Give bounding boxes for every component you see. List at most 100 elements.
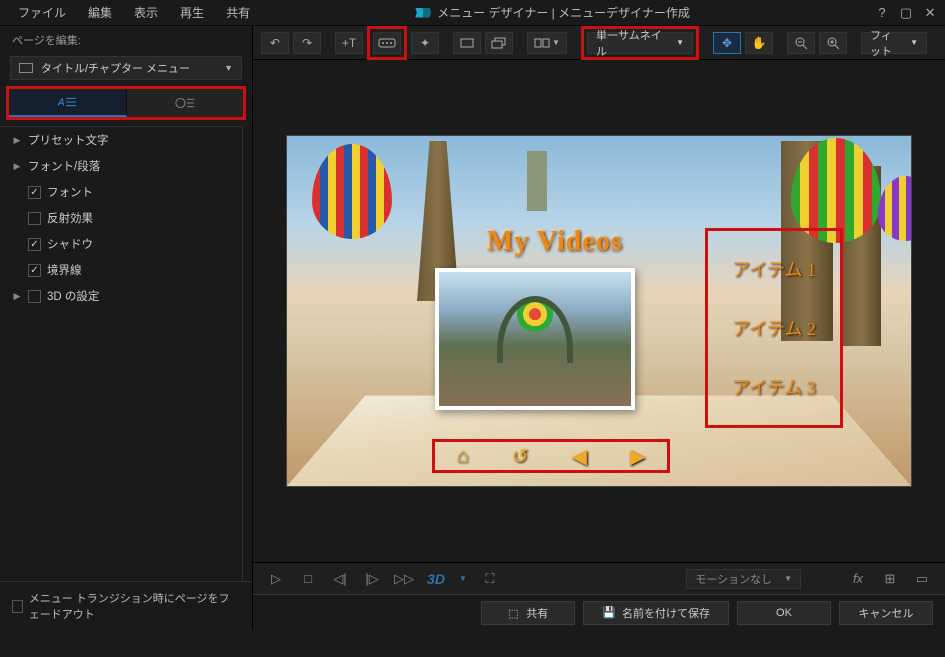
border-checkbox[interactable] xyxy=(28,264,41,277)
page-select-label: タイトル/チャプター メニュー xyxy=(41,60,224,76)
chevron-down-icon: ▼ xyxy=(910,38,918,47)
shadow-checkbox[interactable] xyxy=(28,238,41,251)
work-area: ↶ ↷ +T ✦ ▼ 単一サムネイル ▼ ✥ ✋ xyxy=(253,26,945,630)
menu-title-text[interactable]: My Videos xyxy=(487,226,623,258)
zoom-out-button[interactable] xyxy=(787,32,815,54)
next-frame-button[interactable]: |▷ xyxy=(363,570,381,588)
add-button-button[interactable] xyxy=(373,32,401,54)
close-button[interactable]: ✕ xyxy=(923,5,937,21)
menu-edit[interactable]: 編集 xyxy=(78,1,122,24)
sidebar-tabs: A xyxy=(6,86,246,120)
thumbnail-mode-dropdown[interactable]: 単一サムネイル ▼ xyxy=(587,32,693,54)
play-button[interactable]: ▷ xyxy=(267,570,285,588)
panel-shadow[interactable]: シャドウ xyxy=(8,231,234,257)
share-icon: ⬚ xyxy=(508,607,520,619)
redo-button[interactable]: ↷ xyxy=(293,32,321,54)
chapter-item-1[interactable]: アイテム 1 xyxy=(712,256,836,282)
cancel-button[interactable]: キャンセル xyxy=(839,601,933,625)
menu-play[interactable]: 再生 xyxy=(170,1,214,24)
highlight-thumbnail-dropdown: 単一サムネイル ▼ xyxy=(581,26,699,60)
panel-border[interactable]: 境界線 xyxy=(8,257,234,283)
chevron-down-icon: ▼ xyxy=(784,574,792,583)
balloon-graphic xyxy=(878,176,912,241)
add-image-button[interactable]: ✦ xyxy=(411,32,439,54)
prev-frame-button[interactable]: ◁| xyxy=(331,570,349,588)
font-checkbox[interactable] xyxy=(28,186,41,199)
svg-text:A: A xyxy=(57,98,65,109)
window-title-area: メニュー デザイナー | メニューデザイナー作成 xyxy=(415,4,690,21)
window-title: メニュー デザイナー | メニューデザイナー作成 xyxy=(437,4,690,21)
fade-transition-checkbox[interactable] xyxy=(12,600,23,613)
chevron-down-icon: ▼ xyxy=(224,63,233,73)
tab-object-properties[interactable] xyxy=(127,89,244,117)
zoom-in-button[interactable] xyxy=(819,32,847,54)
chevron-down-icon: ▼ xyxy=(676,38,684,47)
grid-button[interactable]: ⊞ xyxy=(881,570,899,588)
menu-file[interactable]: ファイル xyxy=(8,1,76,24)
panel-reflection[interactable]: 反射効果 xyxy=(8,205,234,231)
move-tool-button[interactable]: ✥ xyxy=(713,32,741,54)
maximize-button[interactable]: ▢ xyxy=(899,5,913,21)
sidebar-scrollbar[interactable] xyxy=(242,126,252,581)
panel-font-paragraph[interactable]: ▶フォント/段落 xyxy=(8,153,234,179)
page-icon xyxy=(19,63,33,73)
statue-graphic xyxy=(527,151,547,211)
property-panel-list: ▶プリセット文字 ▶フォント/段落 フォント 反射効果 シャドウ 境界線 ▶3D… xyxy=(0,126,242,581)
undo-button[interactable]: ↶ xyxy=(261,32,289,54)
panel-3d-settings[interactable]: ▶3D の設定 xyxy=(8,283,234,309)
highlight-chapter-items: アイテム 1 アイテム 2 アイテム 3 xyxy=(705,228,843,428)
menu-view[interactable]: 表示 xyxy=(124,1,168,24)
disclosure-icon: ▶ xyxy=(12,135,22,146)
save-icon: 💾 xyxy=(602,606,616,619)
safe-zone-button[interactable]: ▭ xyxy=(913,570,931,588)
canvas-toolbar: ↶ ↷ +T ✦ ▼ 単一サムネイル ▼ ✥ ✋ xyxy=(253,26,945,60)
ok-button[interactable]: OK xyxy=(737,601,831,625)
save-as-button[interactable]: 💾 名前を付けて保存 xyxy=(583,601,729,625)
canvas-viewport[interactable]: My Videos アイテム 1 アイテム 2 アイテム 3 ⌂ ↺ ◀ ▶ xyxy=(253,60,945,562)
nav-next-button[interactable]: ▶ xyxy=(630,444,645,469)
layer-tool-button[interactable] xyxy=(485,32,513,54)
stop-button[interactable]: □ xyxy=(299,570,317,588)
highlight-add-button xyxy=(367,26,407,60)
nav-up-button[interactable]: ↺ xyxy=(512,444,529,469)
motion-dropdown[interactable]: モーションなし ▼ xyxy=(686,569,801,589)
add-text-button[interactable]: +T xyxy=(335,32,363,54)
app-logo-icon xyxy=(415,8,431,18)
footer-bar: ⬚ 共有 💾 名前を付けて保存 OK キャンセル xyxy=(253,594,945,630)
chapter-item-3[interactable]: アイテム 3 xyxy=(712,374,836,400)
page-select-dropdown[interactable]: タイトル/チャプター メニュー ▼ xyxy=(10,56,242,80)
disclosure-icon: ▶ xyxy=(12,161,22,172)
sidebar: ページを編集: タイトル/チャプター メニュー ▼ A ▶プリセット文字 ▶フォ… xyxy=(0,26,253,630)
disclosure-icon: ▶ xyxy=(12,291,22,302)
3d-toggle-button[interactable]: 3D xyxy=(427,570,445,588)
title-bar: ファイル 編集 表示 再生 共有 メニュー デザイナー | メニューデザイナー作… xyxy=(0,0,945,26)
panel-font[interactable]: フォント xyxy=(8,179,234,205)
pan-tool-button[interactable]: ✋ xyxy=(745,32,773,54)
text-tab-icon: A xyxy=(56,95,78,109)
fx-button[interactable]: fx xyxy=(849,570,867,588)
menu-share[interactable]: 共有 xyxy=(216,1,260,24)
tab-text-properties[interactable]: A xyxy=(9,89,127,117)
chapter-item-2[interactable]: アイテム 2 xyxy=(712,315,836,341)
playback-bar: ▷ □ ◁| |▷ ▷▷ 3D ▼ ⛶ モーションなし ▼ fx ⊞ ▭ xyxy=(253,562,945,594)
help-button[interactable]: ? xyxy=(875,5,889,21)
nav-home-button[interactable]: ⌂ xyxy=(457,445,469,468)
panel-preset-text[interactable]: ▶プリセット文字 xyxy=(8,127,234,153)
3d-checkbox[interactable] xyxy=(28,290,41,303)
zoom-level-dropdown[interactable]: フィット ▼ xyxy=(861,32,927,54)
balloon-graphic xyxy=(312,144,392,239)
reflection-checkbox[interactable] xyxy=(28,212,41,225)
share-button[interactable]: ⬚ 共有 xyxy=(481,601,575,625)
object-tab-icon xyxy=(174,96,196,110)
rect-tool-button[interactable] xyxy=(453,32,481,54)
fast-forward-button[interactable]: ▷▷ xyxy=(395,570,413,588)
nav-prev-button[interactable]: ◀ xyxy=(572,444,587,469)
menu-bar: ファイル 編集 表示 再生 共有 xyxy=(8,1,260,24)
fade-transition-label: メニュー トランジション時にページをフェードアウト xyxy=(29,590,240,622)
fullscreen-button[interactable]: ⛶ xyxy=(481,570,499,588)
highlight-nav-buttons: ⌂ ↺ ◀ ▶ xyxy=(432,439,670,473)
video-thumbnail[interactable] xyxy=(435,268,635,410)
align-button[interactable]: ▼ xyxy=(527,32,567,54)
menu-canvas[interactable]: My Videos アイテム 1 アイテム 2 アイテム 3 ⌂ ↺ ◀ ▶ xyxy=(286,135,912,487)
thumbnail-image xyxy=(439,272,631,406)
